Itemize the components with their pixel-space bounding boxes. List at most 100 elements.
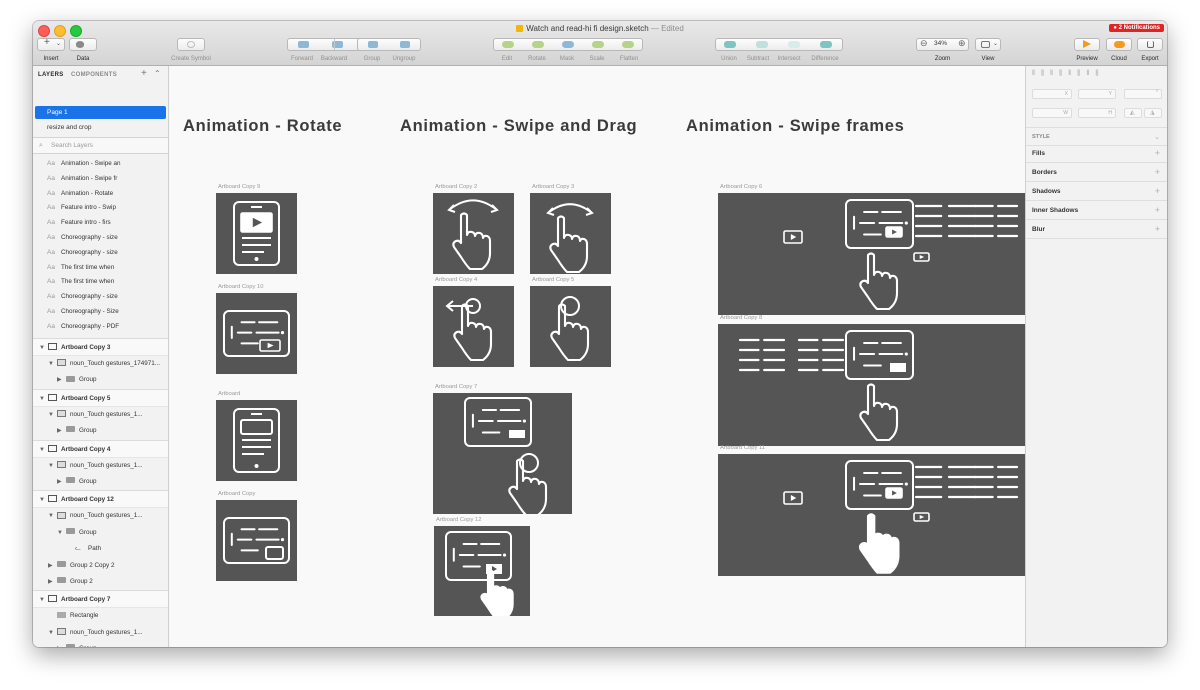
layer-row[interactable]: ▼ noun_Touch gestures_174971... (33, 356, 168, 372)
layer-row[interactable]: ▼ noun_Touch gestures_1... (33, 407, 168, 423)
add-icon[interactable]: + (1155, 144, 1160, 163)
intersect-icon[interactable] (788, 41, 800, 48)
layer-text-row[interactable]: Aa Animation - Swipe an (33, 157, 168, 171)
ungroup-icon[interactable] (400, 41, 410, 48)
disclosure-closed-icon[interactable]: ▶ (48, 574, 53, 590)
artboard-label[interactable]: Artboard Copy 9 (218, 184, 260, 190)
layer-row[interactable]: ▶Group (33, 474, 168, 490)
tab-components[interactable]: COMPONENTS (71, 72, 117, 78)
layer-artboard-row[interactable]: ▼ Artboard Copy 5 (33, 388, 168, 408)
layer-row[interactable]: ▼ noun_Touch gestures_1... (33, 625, 168, 641)
y-field[interactable]: Y (1078, 89, 1116, 99)
x-field[interactable]: X (1032, 89, 1072, 99)
artboard[interactable] (434, 526, 530, 619)
layer-row[interactable]: ▶ Group 2 Copy 2 (33, 558, 168, 574)
search-layers-input[interactable]: ⌕ Search Layers (33, 137, 168, 154)
artboard[interactable] (718, 193, 1025, 315)
style-section-blur[interactable]: Blur + (1026, 220, 1167, 239)
page-item-resize-and-crop[interactable]: resize and crop (35, 121, 166, 134)
artboard[interactable] (216, 293, 297, 374)
artboard-label[interactable]: Artboard Copy 8 (720, 315, 762, 321)
artboard[interactable] (530, 193, 611, 274)
artboard[interactable] (433, 193, 514, 274)
layer-text-row[interactable]: Aa Choreography - Size (33, 305, 168, 319)
artboard-label[interactable]: Artboard Copy 3 (532, 184, 574, 190)
disclosure-open-icon[interactable]: ▼ (48, 407, 54, 423)
layer-text-row[interactable]: Aa Choreography - size (33, 246, 168, 260)
layer-artboard-row[interactable]: ▼ Artboard Copy 7 (33, 590, 168, 609)
artboard[interactable] (530, 286, 611, 367)
zoom-value[interactable]: 34% (934, 40, 947, 47)
zoom-in-icon[interactable]: ⊕ (958, 38, 966, 49)
artboard[interactable] (433, 393, 572, 517)
layer-row[interactable]: Rectangle (33, 608, 168, 624)
scale-icon[interactable] (592, 41, 604, 48)
view-button[interactable]: ⌄ (975, 38, 1001, 51)
edit-icon[interactable] (502, 41, 514, 48)
add-page-icon[interactable]: + (141, 68, 147, 79)
style-section-inner-shadows[interactable]: Inner Shadows + (1026, 201, 1167, 220)
artboard-label[interactable]: Artboard (218, 391, 240, 397)
artboard-label[interactable]: Artboard Copy (218, 491, 255, 497)
align-icons[interactable]: ⫴⫼⫴⫼⫴⫼⫴⫼ (1032, 70, 1105, 78)
add-icon[interactable]: + (1155, 201, 1160, 220)
layer-row[interactable]: ᓚ Path (33, 541, 168, 557)
layer-row[interactable]: ▼ Group (33, 525, 168, 541)
insert-button[interactable]: + ⌄ (37, 37, 65, 51)
artboard-label[interactable]: Artboard Copy 2 (435, 184, 477, 190)
union-icon[interactable] (724, 41, 736, 48)
artboard[interactable] (216, 500, 297, 581)
artboard-label[interactable]: Artboard Copy 5 (532, 277, 574, 283)
layer-row[interactable]: ▼ noun_Touch gestures_1... (33, 508, 168, 524)
layer-artboard-row[interactable]: ▼ Artboard Copy 4 (33, 439, 168, 459)
artboard[interactable] (216, 193, 297, 274)
tab-layers[interactable]: LAYERS (38, 72, 64, 78)
add-icon[interactable]: + (1155, 220, 1160, 239)
flip-horizontal-button[interactable]: ◭ (1124, 108, 1142, 118)
artboard[interactable] (718, 324, 1025, 446)
artboard[interactable] (216, 400, 297, 481)
artboard-label[interactable]: Artboard Copy 6 (720, 184, 762, 190)
forward-icon[interactable] (298, 41, 309, 48)
layer-text-row[interactable]: Aa Feature intro - Swip (33, 201, 168, 215)
notifications-badge[interactable]: ● 2 Notifications (1109, 24, 1164, 32)
disclosure-open-icon[interactable]: ▼ (39, 339, 45, 357)
disclosure-closed-icon[interactable]: ▶ (57, 372, 62, 388)
layer-row[interactable]: ▶ Group 2 (33, 574, 168, 590)
layer-text-row[interactable]: Aa Animation - Swipe fr (33, 172, 168, 186)
disclosure-open-icon[interactable]: ▼ (48, 458, 54, 474)
collapse-pages-icon[interactable]: ⌃ (154, 69, 161, 78)
disclosure-open-icon[interactable]: ▼ (48, 356, 54, 372)
disclosure-open-icon[interactable]: ▼ (57, 525, 63, 541)
page-item-page-1[interactable]: Page 1 (35, 106, 166, 119)
artboard-label[interactable]: Artboard Copy 4 (435, 277, 477, 283)
artboard-label[interactable]: Artboard Copy 7 (435, 384, 477, 390)
disclosure-closed-icon[interactable]: ▶ (57, 474, 62, 490)
disclosure-open-icon[interactable]: ▼ (48, 625, 54, 641)
add-icon[interactable]: + (1155, 163, 1160, 182)
rotation-field[interactable]: ° (1124, 89, 1162, 99)
export-button[interactable] (1137, 38, 1163, 51)
artboard[interactable] (433, 286, 514, 367)
canvas[interactable]: Animation - Rotate Animation - Swipe and… (170, 66, 1025, 647)
layer-text-row[interactable]: Aa The first time when (33, 261, 168, 275)
layer-artboard-row[interactable]: ▼ Artboard Copy 12 (33, 490, 168, 509)
style-section-borders[interactable]: Borders + (1026, 163, 1167, 182)
cloud-button[interactable] (1106, 38, 1132, 51)
width-field[interactable]: W (1032, 108, 1072, 118)
layer-artboard-row[interactable]: ▼ Artboard Copy 3 (33, 338, 168, 356)
layer-text-row[interactable]: Aa Animation - Rotate (33, 187, 168, 201)
layer-row[interactable]: ▶Group (33, 423, 168, 439)
disclosure-open-icon[interactable]: ▼ (39, 591, 45, 609)
flip-vertical-button[interactable]: ◮ (1144, 108, 1162, 118)
flatten-icon[interactable] (622, 41, 634, 48)
data-button[interactable] (69, 38, 97, 51)
disclosure-open-icon[interactable]: ▼ (39, 390, 45, 408)
subtract-icon[interactable] (756, 41, 768, 48)
disclosure-closed-icon[interactable]: ▶ (48, 558, 53, 574)
artboard-label[interactable]: Artboard Copy 12 (436, 517, 481, 523)
layer-row[interactable]: ▶Group (33, 641, 168, 647)
mask-icon[interactable] (562, 41, 574, 48)
disclosure-open-icon[interactable]: ▼ (39, 441, 45, 459)
disclosure-open-icon[interactable]: ▼ (48, 508, 54, 524)
